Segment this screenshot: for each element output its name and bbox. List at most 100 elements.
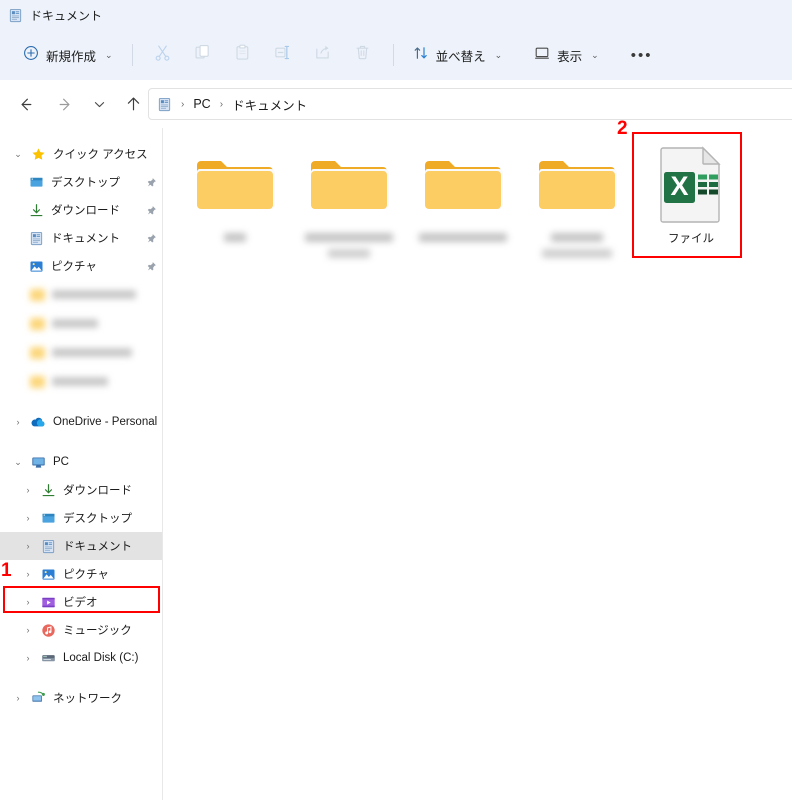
plus-circle-icon — [23, 45, 39, 66]
list-item[interactable] — [178, 138, 292, 266]
sidebar-item-label: ドキュメント — [63, 541, 132, 553]
sidebar-item-label: ピクチャ — [63, 569, 109, 581]
list-item-excel-file[interactable]: X ファイル — [634, 138, 748, 266]
svg-text:X: X — [670, 171, 688, 201]
chevron-right-icon[interactable]: › — [18, 569, 38, 579]
sidebar-item-pc-desktop[interactable]: › デスクトップ — [0, 504, 162, 532]
sidebar-item-label: ビデオ — [63, 597, 98, 609]
title-bar: ドキュメント — [0, 0, 792, 30]
sidebar-item-label: ダウンロード — [63, 485, 132, 497]
desktop-icon — [26, 175, 46, 190]
rename-button[interactable] — [263, 39, 303, 71]
new-button[interactable]: 新規作成 ⌄ — [14, 39, 122, 71]
command-bar: 新規作成 ⌄ 並べ替え ⌄ 表示 ⌄ ••• — [0, 30, 792, 80]
more-options-button[interactable]: ••• — [622, 39, 662, 71]
list-item-label — [297, 232, 401, 263]
folder-icon — [30, 375, 45, 388]
sidebar-item-blurred[interactable] — [0, 367, 162, 396]
breadcrumb-separator: › — [181, 98, 185, 110]
new-button-label: 新規作成 — [46, 49, 97, 64]
sidebar-item-pictures[interactable]: ピクチャ — [0, 252, 162, 280]
folder-icon — [30, 288, 45, 301]
sidebar-item-desktop[interactable]: デスクトップ — [0, 168, 162, 196]
folder-icon — [30, 317, 45, 330]
chevron-right-icon[interactable]: › — [18, 597, 38, 607]
sidebar-item-onedrive[interactable]: › OneDrive - Personal — [0, 408, 162, 436]
list-item[interactable] — [292, 138, 406, 266]
file-explorer-window: ドキュメント 新規作成 ⌄ 並べ替え ⌄ 表示 ⌄ ••• › PC › ドキュ… — [0, 0, 792, 800]
chevron-down-icon[interactable]: ⌄ — [105, 50, 113, 61]
star-icon — [28, 147, 48, 162]
list-item-label — [224, 232, 246, 246]
sidebar-item-blurred[interactable] — [0, 309, 162, 338]
breadcrumb-item-documents[interactable]: ドキュメント — [228, 93, 311, 116]
list-item-label: ファイル — [668, 233, 714, 245]
back-button[interactable] — [10, 89, 40, 119]
paste-button[interactable] — [223, 39, 263, 71]
sidebar-item-label: OneDrive - Personal — [53, 416, 158, 428]
videos-icon — [38, 595, 58, 610]
sidebar-item-quick-access[interactable]: ⌄ クイック アクセス — [0, 140, 162, 168]
chevron-right-icon[interactable]: › — [18, 513, 38, 523]
sidebar-item-pc-downloads[interactable]: › ダウンロード — [0, 476, 162, 504]
folder-icon — [422, 144, 504, 226]
file-list-view[interactable]: X ファイル — [164, 128, 792, 800]
delete-icon — [354, 44, 371, 66]
sidebar-item-documents[interactable]: ドキュメント — [0, 224, 162, 252]
view-button-label: 表示 — [557, 49, 583, 64]
chevron-down-icon[interactable]: ⌄ — [8, 149, 28, 159]
chevron-right-icon[interactable]: › — [8, 693, 28, 703]
pin-icon[interactable] — [140, 261, 162, 272]
chevron-right-icon[interactable]: › — [18, 485, 38, 495]
address-bar[interactable]: › PC › ドキュメント — [148, 88, 792, 120]
sidebar-item-pc-music[interactable]: › ミュージック — [0, 616, 162, 644]
chevron-down-icon[interactable]: ⌄ — [495, 50, 503, 61]
view-button[interactable]: 表示 ⌄ — [525, 39, 608, 71]
cut-button[interactable] — [143, 39, 183, 71]
navigation-pane[interactable]: ⌄ クイック アクセス デスクトップ ダウンロード ドキュメント ピクチャ › … — [0, 128, 163, 800]
sidebar-item-pc[interactable]: ⌄ PC — [0, 448, 162, 476]
sidebar-item-pc-documents[interactable]: › ドキュメント — [0, 532, 162, 560]
recent-locations-button[interactable] — [88, 89, 110, 119]
copy-button[interactable] — [183, 39, 223, 71]
list-item[interactable] — [520, 138, 634, 266]
sidebar-item-label: ミュージック — [63, 625, 132, 637]
items-grid: X ファイル — [164, 138, 792, 266]
music-icon — [38, 623, 58, 638]
sidebar-item-label: デスクトップ — [63, 513, 132, 525]
sidebar-item-network[interactable]: › ネットワーク — [0, 684, 162, 712]
sidebar-item-label: ダウンロード — [51, 205, 120, 217]
sidebar-item-label: クイック アクセス — [53, 149, 148, 161]
chevron-down-icon[interactable]: ⌄ — [591, 50, 599, 61]
pin-icon[interactable] — [140, 205, 162, 216]
list-item[interactable] — [406, 138, 520, 266]
sidebar-item-pc-pictures[interactable]: › ピクチャ — [0, 560, 162, 588]
share-button[interactable] — [303, 39, 343, 71]
sidebar-item-blurred[interactable] — [0, 280, 162, 309]
sidebar-item-label: Local Disk (C:) — [63, 652, 139, 664]
sidebar-item-pc-videos[interactable]: › ビデオ — [0, 588, 162, 616]
sidebar-item-label — [52, 290, 136, 299]
sort-button[interactable]: 並べ替え ⌄ — [404, 39, 512, 71]
delete-button[interactable] — [343, 39, 383, 71]
forward-button[interactable] — [50, 89, 80, 119]
folder-icon — [536, 144, 618, 226]
chevron-right-icon[interactable]: › — [18, 653, 38, 663]
sidebar-item-blurred[interactable] — [0, 338, 162, 367]
pc-monitor-icon — [28, 455, 48, 470]
chevron-down-icon[interactable]: ⌄ — [8, 457, 28, 467]
pin-icon[interactable] — [140, 233, 162, 244]
pictures-icon — [38, 567, 58, 582]
chevron-right-icon[interactable]: › — [18, 625, 38, 635]
documents-folder-icon — [8, 8, 23, 23]
chevron-right-icon[interactable]: › — [18, 541, 38, 551]
sidebar-item-label: ピクチャ — [51, 261, 97, 273]
sidebar-item-label — [52, 319, 98, 328]
breadcrumb-item-pc[interactable]: PC — [189, 95, 214, 113]
pin-icon[interactable] — [140, 177, 162, 188]
excel-file-icon: X — [655, 144, 727, 226]
up-button[interactable] — [118, 89, 148, 119]
chevron-right-icon[interactable]: › — [8, 417, 28, 427]
sidebar-item-downloads[interactable]: ダウンロード — [0, 196, 162, 224]
sidebar-item-local-disk-c[interactable]: › Local Disk (C:) — [0, 644, 162, 672]
